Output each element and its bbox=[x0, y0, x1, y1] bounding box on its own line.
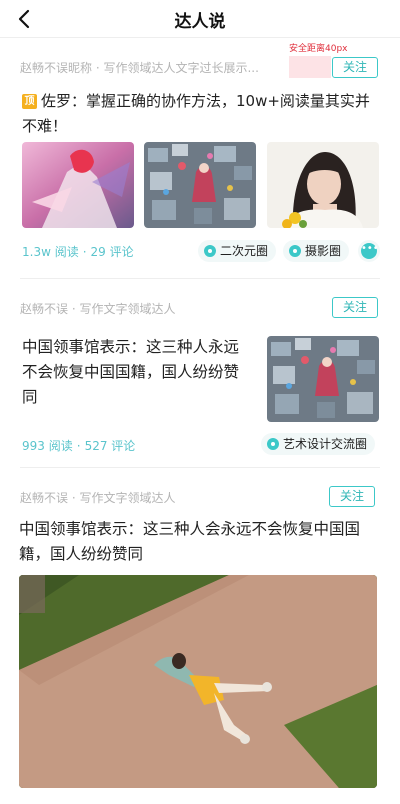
page-title: 达人说 bbox=[174, 12, 226, 32]
pinned-badge: 顶 bbox=[22, 94, 37, 109]
circle-tag-icon bbox=[204, 245, 216, 257]
portrait-photo[interactable] bbox=[267, 142, 379, 228]
circle-tag-icon bbox=[267, 438, 279, 450]
post-stats: 1.3w 阅读 · 29 评论 bbox=[22, 245, 134, 259]
follow-button[interactable]: 关注 bbox=[332, 57, 378, 78]
comment-count: 29 评论 bbox=[90, 245, 134, 259]
post-title[interactable]: 中国领事馆表示：这三种人会永远不会恢复中国国籍，国人纷纷赞同 bbox=[19, 517, 381, 567]
comment-count: 527 评论 bbox=[84, 439, 136, 453]
more-dots-icon: ••• bbox=[361, 243, 379, 259]
more-tags-button[interactable]: ••• bbox=[358, 240, 380, 262]
author-line[interactable]: 赵畅不误 · 写作文字领域达人 bbox=[20, 489, 300, 506]
divider bbox=[20, 467, 380, 468]
safe-distance-label: 安全距离40px bbox=[289, 44, 348, 54]
safe-distance-marker bbox=[289, 56, 331, 78]
author-line[interactable]: 赵畅不误昵称 · 写作领域达人文字过长展示... bbox=[20, 59, 282, 76]
lawn-photo[interactable] bbox=[19, 575, 377, 788]
post-title[interactable]: 顶佐罗：掌握正确的协作方法，10w+阅读量其实并不难！ bbox=[22, 89, 380, 139]
follow-button[interactable]: 关注 bbox=[332, 297, 378, 318]
post-title[interactable]: 中国领事馆表示：这三种人永远不会恢复中国国籍，国人纷纷赞同 bbox=[22, 335, 254, 410]
nav-bar: 达人说 bbox=[0, 0, 400, 38]
read-count: 1.3w 阅读 bbox=[22, 245, 79, 259]
post-title-text: 佐罗：掌握正确的协作方法，10w+阅读量其实并不难！ bbox=[22, 92, 370, 135]
post-stats: 993 阅读 · 527 评论 bbox=[22, 439, 136, 453]
follow-button[interactable]: 关注 bbox=[329, 486, 375, 507]
figure-collection-image[interactable] bbox=[267, 336, 379, 422]
author-line[interactable]: 赵畅不误 · 写作文字领域达人 bbox=[20, 300, 300, 317]
circle-tag-photography[interactable]: 摄影圈 bbox=[283, 240, 350, 262]
anime-character-image[interactable] bbox=[22, 142, 134, 228]
read-count: 993 阅读 bbox=[22, 439, 73, 453]
figure-collection-image[interactable] bbox=[144, 142, 256, 228]
divider bbox=[20, 278, 380, 279]
circle-tag-icon bbox=[289, 245, 301, 257]
circle-tag-art-design[interactable]: 艺术设计交流圈 bbox=[261, 433, 376, 455]
circle-tag-anime[interactable]: 二次元圈 bbox=[198, 240, 277, 262]
